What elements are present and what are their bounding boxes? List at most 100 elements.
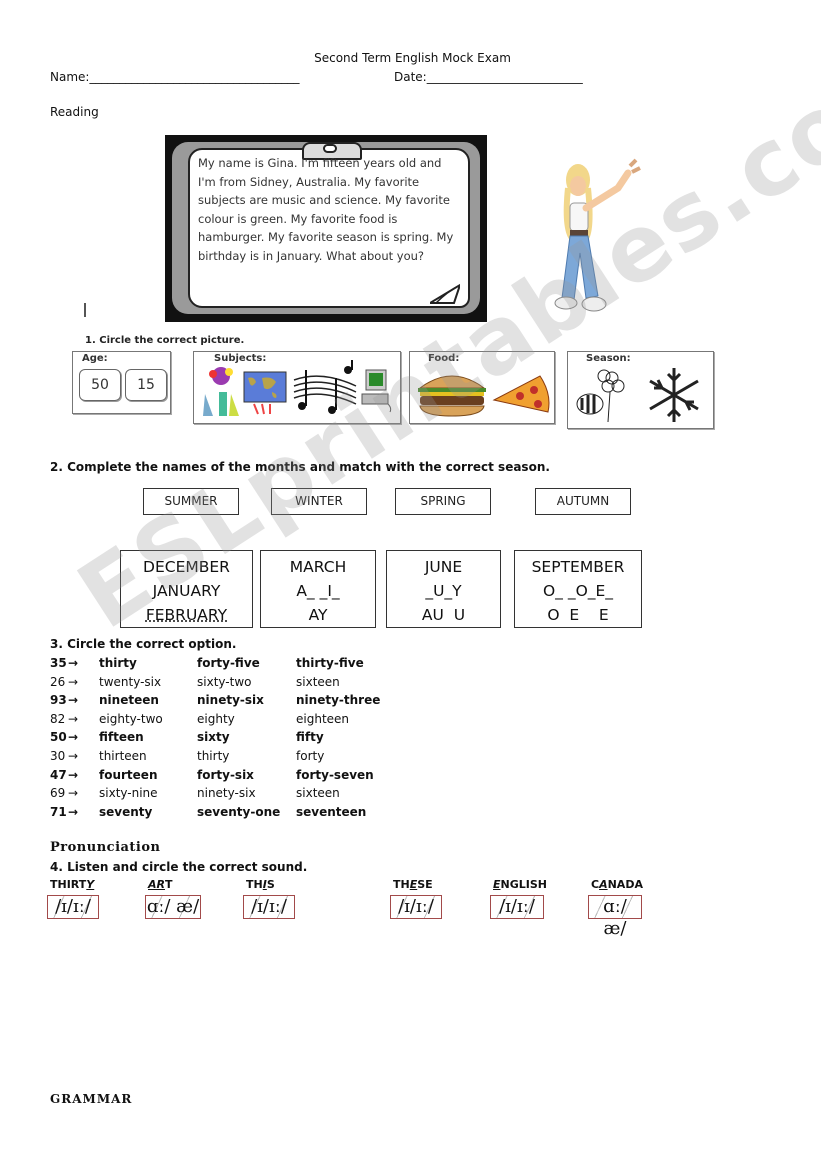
number-prompt: 26	[50, 674, 66, 689]
season-summer[interactable]: SUMMER	[143, 488, 239, 515]
answer-option[interactable]: eighty-two	[99, 712, 163, 726]
answer-option[interactable]: seventy	[99, 805, 152, 819]
arrow-icon: →	[68, 749, 79, 763]
hamburger-icon[interactable]	[416, 370, 488, 418]
arrow-icon: →	[68, 730, 79, 745]
word-part: T	[164, 878, 173, 891]
answer-option[interactable]: sixty	[197, 730, 230, 744]
snowflake-icon[interactable]	[646, 366, 702, 424]
number-prompt: 71	[50, 804, 67, 819]
pizza-icon[interactable]	[490, 374, 552, 414]
answer-option[interactable]: sixty-two	[197, 675, 251, 689]
answer-option[interactable]: forty-seven	[296, 768, 374, 782]
season-autumn[interactable]: AUTUMN	[535, 488, 631, 515]
arrow-icon: →	[68, 656, 79, 670]
highlighted-sound: A	[599, 878, 608, 891]
number-prompt: 47	[50, 767, 67, 782]
answer-option[interactable]: fourteen	[99, 768, 157, 782]
month-fill-in[interactable]: A_ _I_	[261, 579, 375, 603]
answer-option[interactable]: twenty-six	[99, 675, 161, 689]
word-part: S	[266, 878, 275, 891]
month-group-winter[interactable]: DECEMBER JANUARY FEBRUARY	[120, 550, 253, 628]
page-curl-icon	[430, 283, 460, 304]
name-field[interactable]: Name:___________________________________	[50, 70, 299, 84]
pronunciation-word: ART	[148, 878, 173, 891]
exercise-1-instruction: 1. Circle the correct picture.	[85, 335, 245, 346]
answer-option[interactable]: seventy-one	[197, 805, 280, 819]
age-option-50[interactable]: 50	[79, 369, 121, 401]
highlighted-sound: AR	[148, 878, 165, 891]
age-box: Age: 50 15	[72, 351, 171, 414]
pronunciation-word: THIRTY	[50, 878, 94, 891]
month-group-autumn[interactable]: SEPTEMBER O_ _O_E_ O E E	[514, 550, 642, 628]
date-field[interactable]: Date:__________________________	[394, 70, 583, 84]
month-group-summer[interactable]: JUNE _U_Y AU U	[386, 550, 501, 628]
answer-option[interactable]: fifteen	[99, 730, 144, 744]
answer-option[interactable]: sixteen	[296, 786, 340, 800]
computer-icon[interactable]	[360, 368, 392, 414]
month-group-spring[interactable]: MARCH A_ _I_ AY	[260, 550, 376, 628]
section-heading-reading: Reading	[50, 105, 99, 119]
word-part: C	[591, 878, 600, 891]
science-icon[interactable]	[199, 364, 241, 420]
answer-option[interactable]: thirty	[197, 749, 229, 763]
answer-option[interactable]: fifty	[296, 730, 324, 744]
answer-option[interactable]: seventeen	[296, 805, 366, 819]
month-line: DECEMBER	[143, 558, 230, 576]
answer-option[interactable]: ninety-six	[197, 693, 264, 707]
exam-title: Second Term English Mock Exam	[314, 51, 511, 65]
season-box: Season:	[567, 351, 714, 429]
girl-pointing-illustration	[554, 158, 641, 312]
answer-option[interactable]: thirty	[99, 656, 137, 670]
season-label: Season:	[586, 353, 631, 364]
month-line: MARCH	[289, 558, 347, 576]
sound-choice-box[interactable]: /ɪ/ɪː/	[243, 895, 295, 919]
answer-option[interactable]: forty-six	[197, 768, 254, 782]
exercise-4-instruction: 4. Listen and circle the correct sound.	[50, 860, 308, 874]
world-map-icon[interactable]	[242, 370, 288, 416]
pronunciation-word: THESE	[393, 878, 433, 891]
answer-option[interactable]: sixteen	[296, 675, 340, 689]
month-fill-in[interactable]: AY	[261, 603, 375, 627]
answer-option[interactable]: thirteen	[99, 749, 147, 763]
sound-choice-box[interactable]: /ɪ/ɪː/	[47, 895, 99, 919]
answer-option[interactable]: sixty-nine	[99, 786, 158, 800]
pronunciation-word: CANADA	[591, 878, 643, 891]
month-line: JANUARY	[152, 582, 221, 600]
exercise-3-instruction: 3. Circle the correct option.	[50, 637, 237, 651]
month-fill-in[interactable]: _U_Y	[387, 579, 500, 603]
season-spring[interactable]: SPRING	[395, 488, 491, 515]
answer-option[interactable]: thirty-five	[296, 656, 364, 670]
answer-option[interactable]: nineteen	[99, 693, 159, 707]
text-cursor	[84, 303, 86, 317]
answer-option[interactable]: eighty	[197, 712, 235, 726]
sound-choice-box[interactable]: ɑː/ æ/	[145, 895, 201, 919]
sound-choice-box[interactable]: /ɪ/ɪː/	[490, 895, 544, 919]
answer-option[interactable]: ninety-six	[197, 786, 256, 800]
subjects-box: Subjects:	[193, 351, 401, 424]
arrow-icon: →	[68, 674, 79, 689]
arrow-icon: →	[68, 711, 79, 726]
music-notes-icon[interactable]	[292, 360, 358, 416]
answer-option[interactable]: forty	[296, 749, 324, 763]
number-prompt: 93	[50, 693, 67, 708]
month-fill-in[interactable]: O_ _O_E_	[515, 579, 641, 603]
number-prompt: 82	[50, 711, 66, 726]
age-option-15[interactable]: 15	[125, 369, 167, 401]
answer-option[interactable]: forty-five	[197, 656, 260, 670]
arrow-icon: →	[68, 804, 79, 819]
arrow-icon: →	[68, 767, 79, 782]
month-fill-in[interactable]: O E E	[515, 603, 641, 627]
pronunciation-word: ENGLISH	[493, 878, 547, 891]
answer-option[interactable]: eighteen	[296, 712, 349, 726]
bee-flower-icon[interactable]	[574, 364, 630, 424]
month-fill-in[interactable]: AU U	[387, 603, 500, 627]
answer-option[interactable]: ninety-three	[296, 693, 380, 707]
section-heading-grammar: GRAMMAR	[50, 1092, 133, 1106]
season-winter[interactable]: WINTER	[271, 488, 367, 515]
number-prompt: 35	[50, 656, 67, 670]
highlighted-sound: E	[493, 878, 501, 891]
sound-choice-box[interactable]: ɑː/ æ/	[588, 895, 642, 939]
sound-choice-box[interactable]: /ɪ/ɪː/	[390, 895, 442, 919]
subjects-label: Subjects:	[214, 353, 267, 364]
